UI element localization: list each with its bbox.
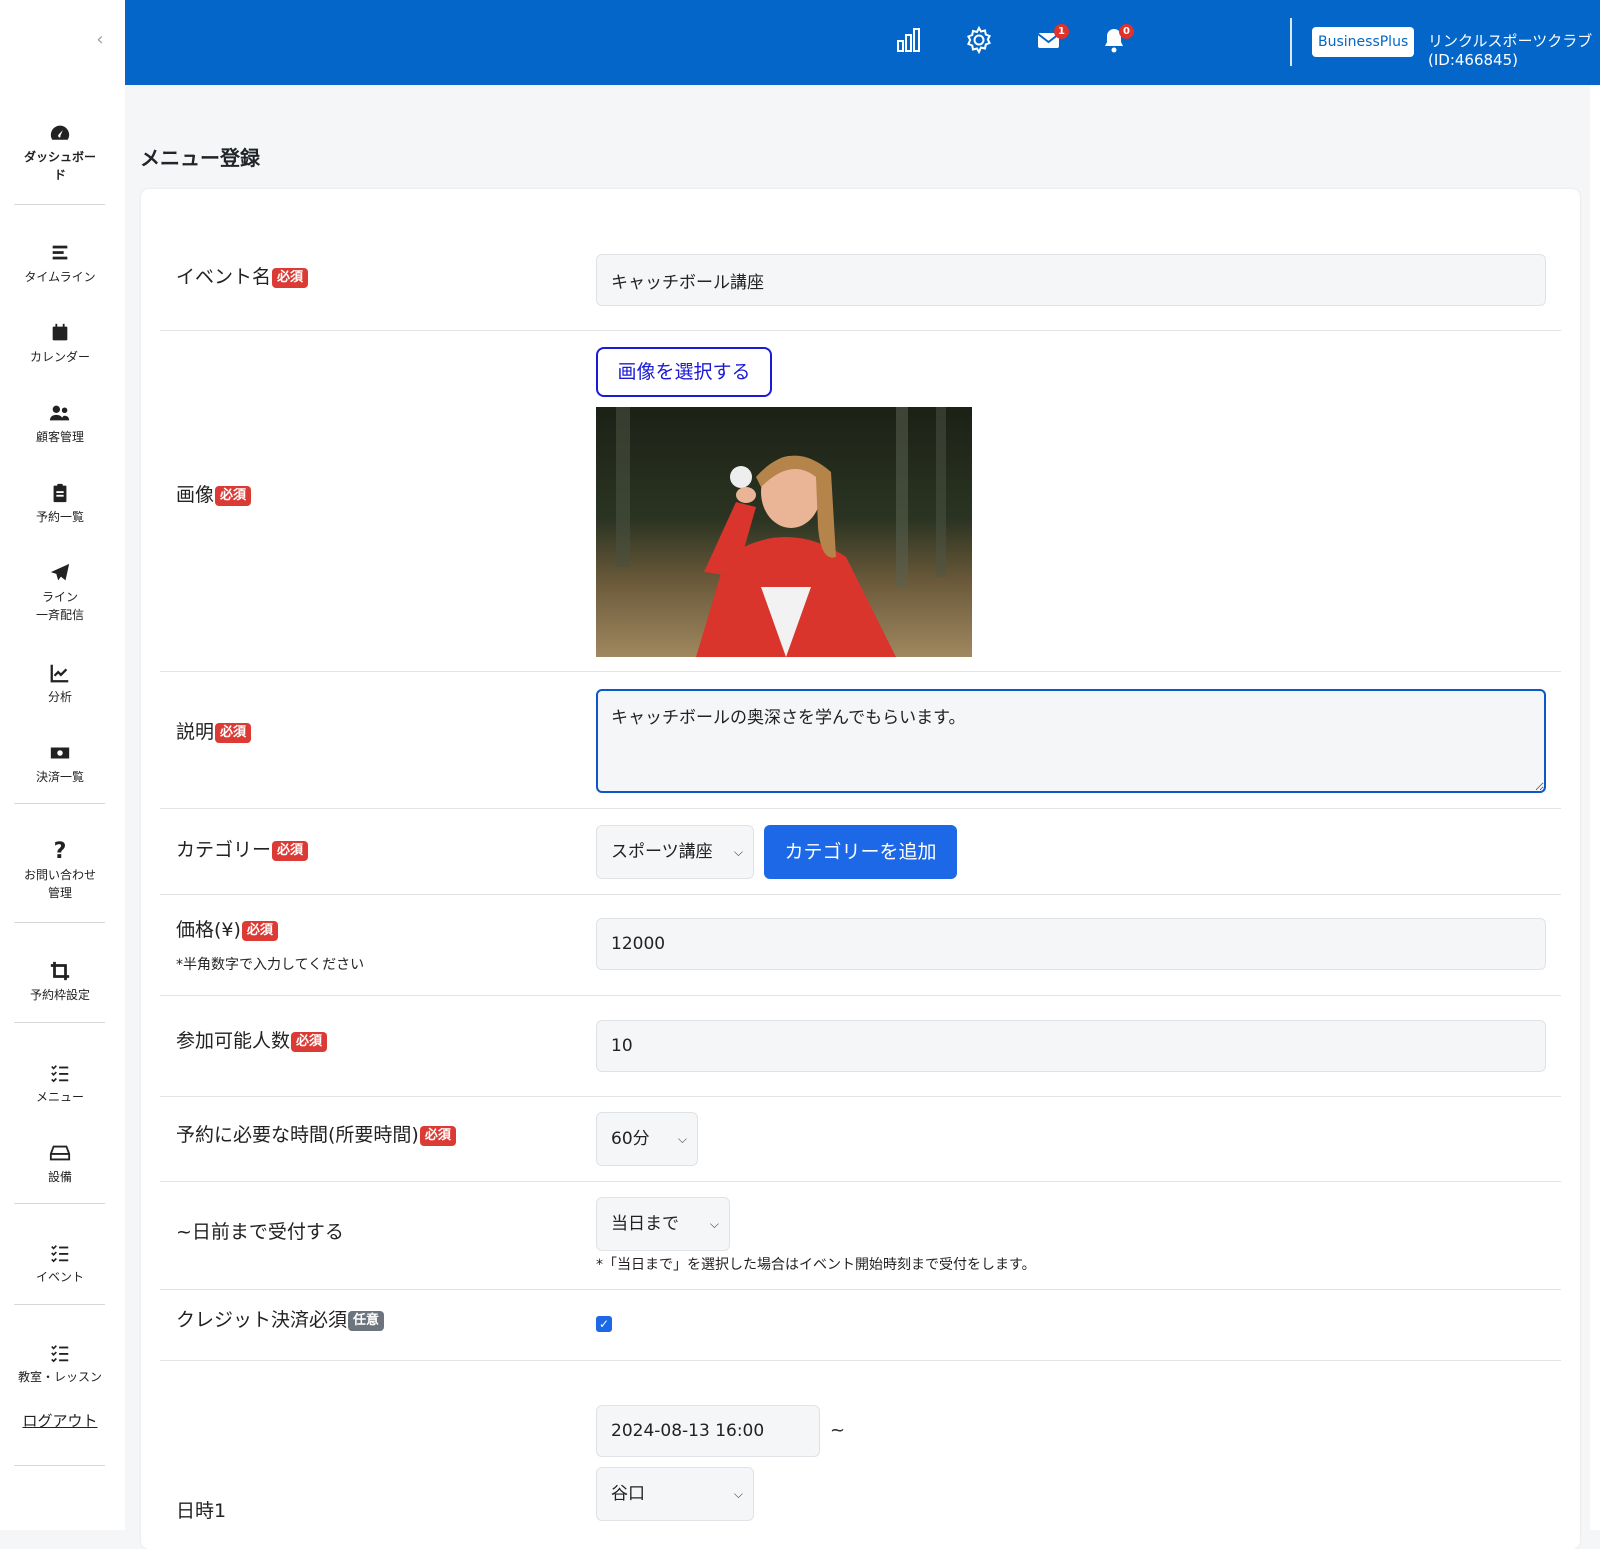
divider [1290, 18, 1292, 66]
divider [160, 1360, 1561, 1361]
divider [14, 1022, 105, 1023]
divider [14, 803, 105, 804]
clipboard-icon [0, 482, 120, 506]
calendar-icon [0, 322, 120, 346]
chart-line-icon [0, 662, 120, 686]
duration-select[interactable]: 60分 ⌵ [596, 1112, 698, 1166]
bell-icon[interactable]: 0 [1100, 24, 1134, 58]
event-name-label: イベント名 必須 [176, 262, 309, 289]
staff-select[interactable]: 谷口 ⌵ [596, 1467, 754, 1521]
divider [160, 1289, 1561, 1290]
list-check-icon [0, 1342, 120, 1366]
top-bar: 1 0 BusinessPlus リンクルスポーツクラブ (ID:466845) [125, 0, 1600, 85]
divider [160, 1096, 1561, 1097]
required-badge: 必須 [272, 840, 309, 861]
mail-count-badge: 1 [1054, 24, 1069, 39]
chevron-down-icon: ⌵ [677, 1132, 687, 1146]
divider [160, 995, 1561, 996]
sidebar-item-reservations[interactable]: 予約一覧 [0, 482, 120, 526]
divider [14, 922, 105, 923]
deadline-label: ~日前まで受付する [176, 1221, 344, 1243]
money-icon [0, 742, 120, 766]
bar-chart-icon[interactable] [895, 26, 927, 58]
credit-required-checkbox[interactable]: ✓ [596, 1316, 612, 1332]
page-title: メニュー登録 [140, 146, 260, 170]
users-icon [0, 402, 120, 426]
sidebar-item-inquiries[interactable]: ? お問い合わせ 管理 [0, 840, 120, 902]
scrollbar[interactable] [1590, 85, 1600, 1530]
price-input[interactable] [596, 918, 1546, 970]
required-badge: 必須 [419, 1125, 456, 1146]
divider [14, 1304, 105, 1305]
description-label: 説明 必須 [176, 717, 252, 744]
sidebar-item-analytics[interactable]: 分析 [0, 662, 120, 706]
sidebar-item-timeline[interactable]: タイムライン [0, 242, 120, 286]
list-check-icon [0, 1062, 120, 1086]
crop-icon [0, 960, 120, 984]
required-badge: 必須 [215, 485, 252, 506]
price-label: 価格(¥) 必須 [176, 915, 278, 942]
sidebar-item-classes[interactable]: 教室・レッスン [0, 1342, 120, 1386]
event-image[interactable] [596, 407, 972, 657]
chevron-left-icon[interactable]: ‹ [88, 28, 112, 52]
gear-icon[interactable] [965, 25, 997, 58]
duration-label: 予約に必要な時間(所要時間) 必須 [176, 1120, 456, 1147]
mail-icon[interactable]: 1 [1035, 24, 1069, 58]
sidebar-item-dashboard[interactable]: ダッシュボー ド [0, 122, 120, 184]
sidebar-item-slot-settings[interactable]: 予約枠設定 [0, 960, 120, 1004]
account-name[interactable]: リンクルスポーツクラブ (ID:466845) [1428, 30, 1600, 69]
question-icon: ? [53, 839, 67, 864]
capacity-label: 参加可能人数 必須 [176, 1026, 328, 1053]
required-badge: 必須 [291, 1031, 328, 1052]
deadline-select[interactable]: 当日まで ⌵ [596, 1197, 730, 1251]
chevron-down-icon: ⌵ [733, 845, 743, 859]
hdd-icon [0, 1142, 120, 1166]
divider [160, 330, 1561, 331]
datetime1-start-input[interactable] [596, 1405, 820, 1457]
sidebar-item-line-broadcast[interactable]: ライン 一斉配信 [0, 562, 120, 624]
chevron-down-icon: ⌵ [709, 1217, 719, 1231]
chevron-down-icon: ⌵ [733, 1487, 743, 1501]
logout-link[interactable]: ログアウト [0, 1410, 120, 1431]
sidebar: ‹ ダッシュボー ド タイムライン カレンダー 顧客管理 予約一覧 ライン 一斉… [0, 0, 125, 1530]
required-badge: 必須 [272, 267, 309, 288]
sidebar-item-facilities[interactable]: 設備 [0, 1142, 120, 1186]
capacity-input[interactable] [596, 1020, 1546, 1072]
event-name-input[interactable] [596, 254, 1546, 306]
sidebar-item-customers[interactable]: 顧客管理 [0, 402, 120, 446]
image-label: 画像 必須 [176, 480, 252, 507]
gauge-icon [0, 122, 120, 146]
paper-plane-icon [0, 562, 120, 586]
divider [160, 894, 1561, 895]
optional-badge: 任意 [348, 1310, 385, 1331]
sidebar-item-menu[interactable]: メニュー [0, 1062, 120, 1106]
sidebar-item-calendar[interactable]: カレンダー [0, 322, 120, 366]
divider [14, 204, 105, 205]
divider [160, 808, 1561, 809]
sidebar-item-payments[interactable]: 決済一覧 [0, 742, 120, 786]
divider [14, 1203, 105, 1204]
divider [160, 1181, 1561, 1182]
required-badge: 必須 [215, 722, 252, 743]
price-hint: *半角数字で入力してください [176, 957, 365, 973]
list-check-icon [0, 1242, 120, 1266]
divider [160, 671, 1561, 672]
select-image-button[interactable]: 画像を選択する [596, 347, 772, 397]
required-badge: 必須 [241, 920, 278, 941]
datetime1-label: 日時1 [176, 1500, 227, 1522]
bell-count-badge: 0 [1119, 24, 1134, 39]
plan-badge: BusinessPlus [1312, 27, 1415, 57]
divider [14, 1465, 105, 1466]
add-category-button[interactable]: カテゴリーを追加 [764, 825, 957, 879]
deadline-hint: *「当日まで」を選択した場合はイベント開始時刻まで受付をします。 [596, 1257, 1036, 1273]
bars-icon [0, 242, 120, 266]
sidebar-item-events[interactable]: イベント [0, 1242, 120, 1286]
category-select[interactable]: スポーツ講座 ⌵ [596, 825, 754, 879]
date-range-separator: ~ [830, 1420, 846, 1441]
description-textarea[interactable]: キャッチボールの奥深さを学んでもらいます。 [596, 689, 1546, 793]
category-label: カテゴリー 必須 [176, 835, 309, 862]
credit-label: クレジット決済必須 任意 [176, 1305, 385, 1332]
